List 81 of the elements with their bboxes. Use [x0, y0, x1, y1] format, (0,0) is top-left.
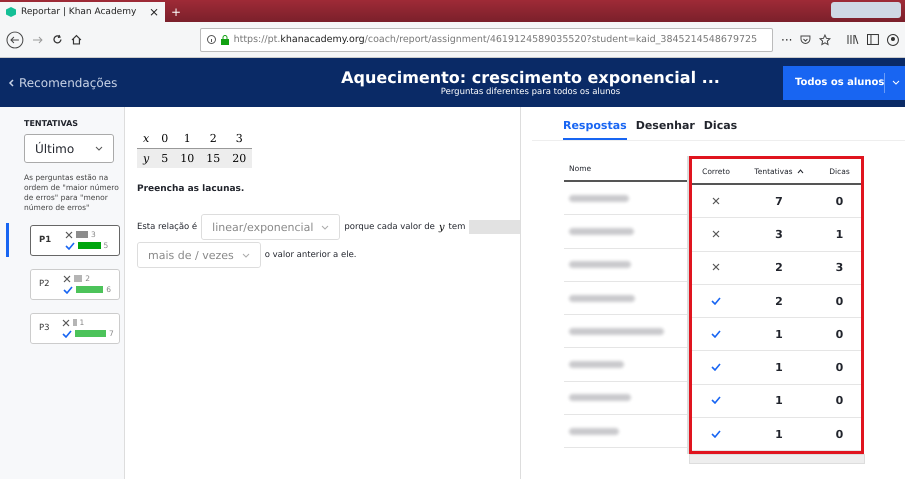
pocket-icon[interactable] [800, 34, 812, 45]
math-table-cell: 5 [155, 149, 174, 168]
question-prompt: Preencha as lacunas. [137, 184, 246, 194]
page-title: Aquecimento: crescimento exponencial ... [341, 68, 720, 87]
account-icon[interactable] [887, 34, 899, 46]
back-link[interactable]: Recomendações [8, 76, 278, 90]
cross-icon [65, 230, 73, 238]
hints-cell-text: 1 [834, 228, 844, 241]
blurred-name [569, 361, 624, 368]
page-subtitle: Perguntas diferentes para todos os alunos [440, 87, 620, 97]
results-tab[interactable]: Respostas [563, 119, 627, 140]
attempts-cell-text: 2 [774, 261, 784, 274]
home-icon[interactable] [70, 34, 82, 45]
blurred-name [569, 194, 629, 202]
blurred-name [569, 228, 634, 235]
hints-cell-text: 0 [834, 294, 844, 308]
correct-count-bar [78, 242, 100, 249]
hints-cell-text: 0 [834, 361, 844, 374]
answer-dropdown[interactable]: mais de / vezes [137, 242, 261, 268]
math-variable: y [438, 222, 445, 232]
horizontal-scrollbar[interactable] [689, 454, 865, 464]
wrong-count-bar [74, 275, 82, 282]
reload-icon[interactable] [52, 34, 63, 45]
attempts-cell-text: 3 [774, 228, 784, 241]
address-bar[interactable]: https://pt.khanacademy.org/coach/report/assignment/4619124589035520?student=kaid_3845214548679725 [200, 28, 774, 52]
attempts-cell-text: 1 [774, 428, 784, 441]
cross-icon [63, 274, 72, 282]
results-tab[interactable]: Desenhar [636, 119, 695, 140]
answer-dropdown[interactable]: linear/exponencial [201, 214, 340, 240]
hints-cell-text: 3 [834, 261, 844, 274]
attempts-cell-text: 1 [774, 328, 784, 341]
check-icon [65, 242, 75, 250]
question-text: Esta relação é [137, 222, 198, 232]
hints-cell-text: 0 [834, 428, 844, 441]
hints-cell-text: 0 [834, 328, 844, 341]
caret-icon [892, 80, 900, 85]
attempts-select[interactable]: Último [24, 134, 114, 163]
math-table-cell: 15 [200, 149, 226, 168]
cross-icon [62, 318, 70, 326]
results-tab[interactable]: Dicas [704, 119, 738, 140]
blurred-name [569, 428, 619, 435]
check-icon [63, 286, 74, 294]
question-text: tem [448, 222, 466, 232]
math-table-cell: y [137, 149, 156, 168]
chevron-left-icon [8, 78, 14, 86]
attempts-cell-text: 1 [774, 361, 784, 374]
browser-tab[interactable]: Reportar | Khan Academy × [0, 2, 165, 22]
math-table-cell: 20 [226, 149, 252, 168]
new-tab-button[interactable]: + [171, 5, 182, 19]
lock-icon [220, 34, 229, 44]
hints-cell-text: 0 [834, 394, 844, 408]
sidebar-icon[interactable] [867, 34, 880, 45]
more-button[interactable]: ··· [781, 32, 792, 46]
attempts-cell-text: 7 [774, 194, 784, 208]
star-icon[interactable] [819, 34, 832, 46]
close-tab-button[interactable]: × [148, 5, 159, 19]
question-text: porque cada valor de [344, 222, 435, 232]
attempts-cell-text: 2 [774, 294, 784, 308]
students-dropdown-button[interactable]: Todos os alunos [783, 66, 905, 100]
caret-icon [95, 146, 103, 151]
hints-cell-text: 0 [834, 194, 844, 208]
question-text: o valor anterior a ele. [264, 250, 356, 260]
blurred-name [569, 394, 631, 402]
check-icon [62, 330, 72, 338]
sort-ascending-icon [796, 168, 804, 174]
caret-icon [242, 252, 250, 258]
correct-count-bar [76, 286, 104, 293]
wrong-count-bar [76, 231, 88, 238]
attempts-cell-text: 1 [774, 394, 784, 408]
caret-icon [321, 224, 330, 230]
blurred-name [569, 261, 631, 268]
selection-marker [6, 223, 9, 257]
blurred-name [569, 294, 635, 302]
math-table-cell: 10 [174, 149, 200, 168]
attempts-heading: TENTATIVAS [24, 119, 80, 128]
forward-arrow-icon[interactable] [32, 34, 44, 44]
library-icon[interactable] [847, 34, 860, 45]
shield-logo-icon [6, 7, 16, 17]
info-icon [206, 35, 216, 44]
correct-count-bar [74, 330, 106, 337]
wrong-count-bar [72, 319, 77, 326]
